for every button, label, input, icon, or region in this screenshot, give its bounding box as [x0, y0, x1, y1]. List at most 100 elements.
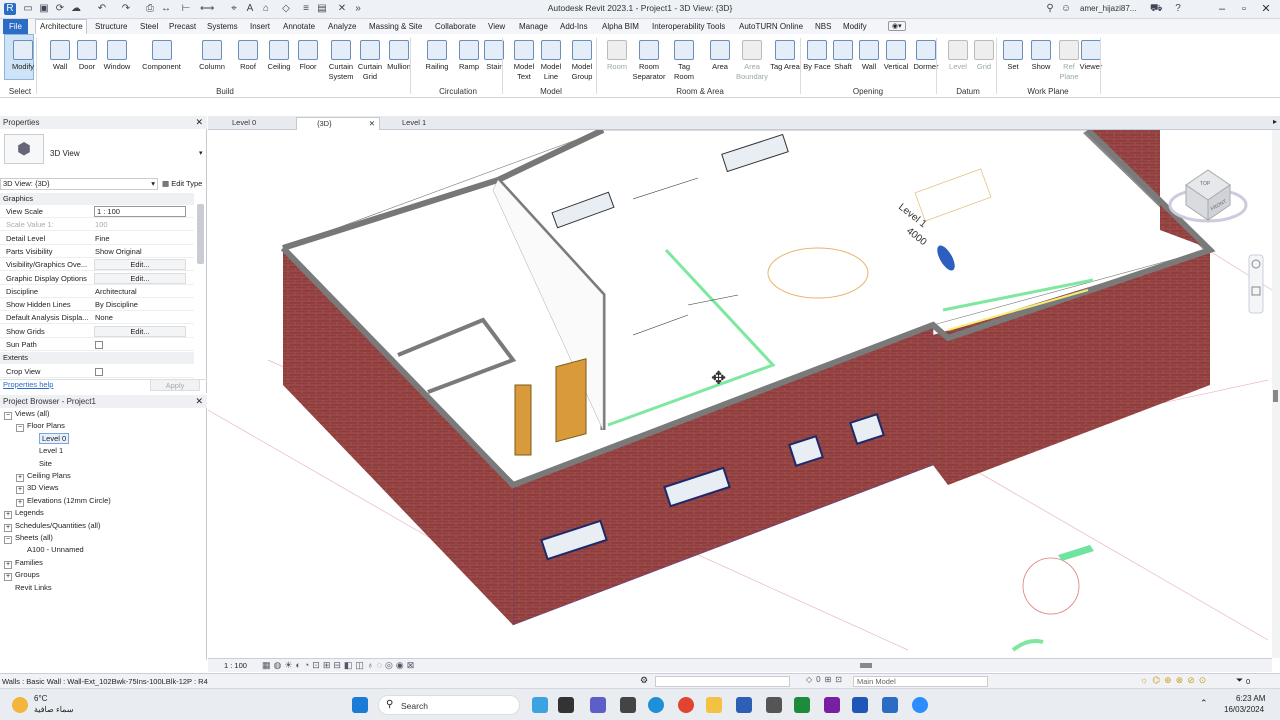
tab-structure[interactable]: Structure [95, 22, 127, 31]
category-graphics[interactable]: Graphics [0, 193, 194, 205]
close-icon[interactable]: ✕ [195, 396, 203, 407]
tab-nbs[interactable]: NBS [815, 22, 831, 31]
browser-item[interactable]: Revit Links [4, 582, 52, 594]
expand-icon[interactable]: + [4, 560, 12, 569]
search-box[interactable]: ⚲ Search [378, 695, 520, 715]
tab-insert[interactable]: Insert [250, 22, 270, 31]
tool-show-button[interactable]: Show [1027, 36, 1055, 92]
panel-label[interactable]: Opening [800, 87, 936, 96]
tab-alpha-bim[interactable]: Alpha BIM [602, 22, 639, 31]
workset-dropdown[interactable] [655, 676, 790, 687]
tool-ceiling-button[interactable]: Ceiling [262, 36, 296, 92]
expand-icon[interactable]: + [4, 523, 12, 532]
status-tools-icons[interactable]: ◇0⊞⊡ [806, 675, 846, 684]
tool-wall-button[interactable]: Wall [855, 36, 883, 92]
panel-label[interactable]: Room & Area [600, 87, 800, 96]
model-canvas[interactable]: Level 1 4000 ✥ TOP FRONT [208, 130, 1272, 658]
moon-weather-icon[interactable] [12, 697, 28, 713]
tool-model-text-button[interactable]: Model Text [509, 36, 539, 92]
tab-annotate[interactable]: Annotate [283, 22, 315, 31]
browser-item[interactable]: − Floor Plans [16, 420, 65, 433]
clock-date[interactable]: 16/03/2024 [1224, 705, 1264, 714]
tool-set-button[interactable]: Set [999, 36, 1027, 92]
cart-icon[interactable]: ⛟ [1150, 3, 1163, 15]
browser-item[interactable]: + Families [4, 557, 43, 569]
tab-interoperability[interactable]: Interoperability Tools [652, 22, 725, 31]
user-name[interactable]: amer_hijazi87... [1080, 4, 1136, 13]
tool-component-button[interactable]: Component [135, 36, 188, 92]
tab-precast[interactable]: Precast [169, 22, 196, 31]
grid-bubble[interactable] [1022, 557, 1080, 615]
browser-item[interactable]: − Sheets (all) [4, 532, 53, 544]
tool-railing-button[interactable]: Railing [420, 36, 454, 92]
expand-icon[interactable]: + [16, 498, 24, 507]
tray-chevron-icon[interactable]: ⌃ [1200, 698, 1208, 709]
property-checkbox[interactable] [95, 341, 103, 349]
collapse-icon[interactable]: − [16, 424, 24, 433]
3d-viewport[interactable]: Level 1 4000 ✥ TOP FRONT [208, 130, 1272, 658]
chevron-down-icon[interactable]: ▾ [199, 149, 203, 157]
ribbon-toggle-icon[interactable]: ◉▾ [888, 21, 906, 31]
tool-room-separator-button[interactable]: Room Separator [630, 36, 668, 92]
maximize-button[interactable]: ▫ [1234, 2, 1254, 16]
apply-button[interactable]: Apply [150, 379, 200, 391]
browser-item[interactable]: A100 - Unnamed [16, 544, 84, 556]
tool-floor-button[interactable]: Floor [293, 36, 323, 92]
tool-stair-button[interactable]: Stair [480, 36, 508, 92]
instance-filter[interactable]: 3D View: {3D} ▾ [0, 178, 158, 190]
panel-label[interactable]: Work Plane [996, 87, 1100, 96]
crop-view-checkbox[interactable] [95, 368, 103, 376]
tabs-menu-icon[interactable]: ▸ [1273, 117, 1277, 126]
vertical-scrollbar[interactable] [1272, 130, 1280, 658]
type-selector[interactable]: 3D View [50, 149, 80, 158]
panel-label[interactable]: Build [40, 87, 410, 96]
tab-massing-site[interactable]: Massing & Site [369, 22, 422, 31]
expand-icon[interactable]: + [4, 573, 12, 582]
tab-architecture[interactable]: Architecture [40, 22, 83, 31]
scrollbar[interactable] [197, 204, 204, 264]
tool-roof-button[interactable]: Roof [234, 36, 262, 92]
binoculars-icon[interactable]: ⚲ [1044, 3, 1056, 15]
close-icon[interactable]: ✕ [369, 118, 375, 130]
browser-item[interactable]: + Schedules/Quantities (all) [4, 520, 100, 532]
tab-modify[interactable]: Modify [843, 22, 867, 31]
expand-icon[interactable]: + [16, 474, 24, 482]
edit-type-button[interactable]: ▦ Edit Type [162, 179, 202, 188]
panel-label[interactable]: Model [506, 87, 596, 96]
category-extents[interactable]: Extents [0, 352, 194, 364]
teams-icon[interactable] [590, 697, 606, 713]
collapse-icon[interactable]: − [4, 412, 12, 420]
chrome-icon[interactable] [678, 697, 694, 713]
tool-shaft-button[interactable]: Shaft [829, 36, 857, 92]
tab-level-1[interactable]: Level 1 [382, 117, 466, 130]
browser-item[interactable]: +3D Views [16, 482, 59, 495]
tab-systems[interactable]: Systems [207, 22, 238, 31]
filter-icon[interactable]: ⏷ [1236, 675, 1243, 686]
design-option-dropdown[interactable]: Main Model [853, 676, 988, 687]
task-view-icon[interactable] [558, 697, 574, 713]
tab-add-ins[interactable]: Add-Ins [560, 22, 588, 31]
edge-icon[interactable] [648, 697, 664, 713]
tool-model-line-button[interactable]: Model Line [536, 36, 566, 92]
tool-area-button[interactable]: Area [705, 36, 735, 92]
panel-label[interactable]: Datum [940, 87, 996, 96]
help-icon[interactable]: ? [1172, 3, 1184, 15]
tab-view[interactable]: View [488, 22, 505, 31]
view-cube[interactable]: TOP FRONT [1168, 169, 1248, 223]
browser-item[interactable]: Level 1 [28, 445, 63, 457]
tab-3d-view[interactable]: {3D} ✕ [296, 117, 380, 130]
tool-ramp-button[interactable]: Ramp [455, 36, 483, 92]
sketchup-icon[interactable] [766, 697, 782, 713]
door-right[interactable] [555, 358, 587, 443]
tool-column-button[interactable]: Column [193, 36, 231, 92]
properties-help-link[interactable]: Properties help [3, 380, 53, 389]
tab-manage[interactable]: Manage [519, 22, 548, 31]
browser-item[interactable]: − Views (all) [4, 408, 49, 420]
excel-icon[interactable] [794, 697, 810, 713]
browser-item[interactable]: + Legends [4, 507, 44, 520]
minimize-button[interactable]: – [1212, 2, 1232, 16]
tab-analyze[interactable]: Analyze [328, 22, 356, 31]
close-icon[interactable]: ✕ [195, 117, 203, 128]
expand-icon[interactable]: + [16, 486, 24, 495]
windows-start-icon[interactable] [352, 697, 368, 713]
